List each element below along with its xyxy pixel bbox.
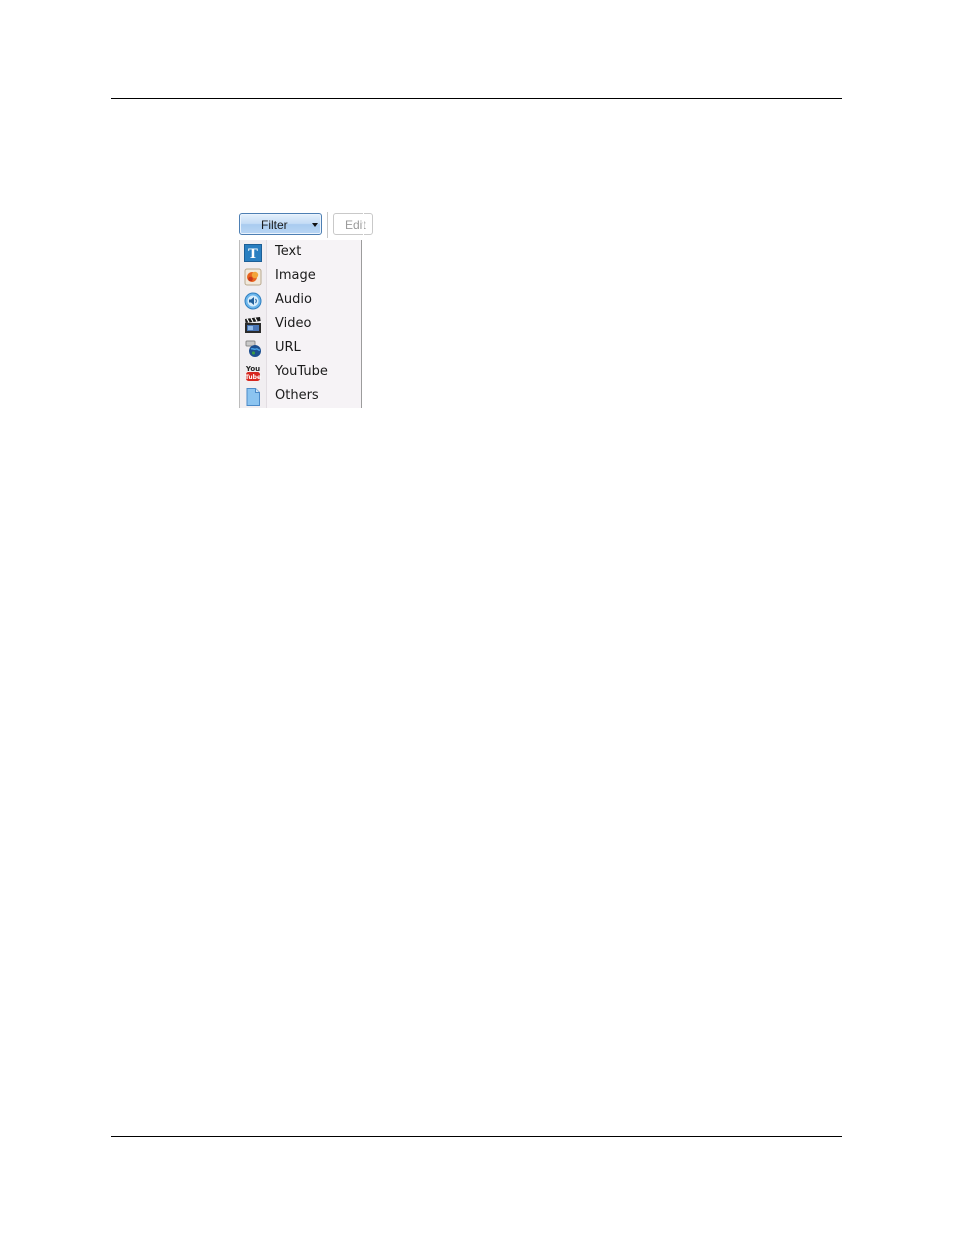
edit-button[interactable]: Edit xyxy=(333,213,373,235)
text-type-icon: T xyxy=(244,244,262,262)
page-header-rule xyxy=(111,98,842,99)
svg-text:Tube: Tube xyxy=(245,374,261,381)
menu-item-label: Others xyxy=(275,388,319,403)
menu-item-label: Text xyxy=(275,244,302,259)
dropdown-arrow-icon[interactable] xyxy=(312,223,318,227)
menu-item-label: Audio xyxy=(275,292,312,307)
menu-item-image[interactable]: Image xyxy=(240,265,361,289)
filter-button-label: Filter xyxy=(261,218,288,232)
menu-item-url[interactable]: URL xyxy=(240,337,361,361)
menu-item-video[interactable]: Video xyxy=(240,313,361,337)
image-icon xyxy=(244,268,262,286)
menu-item-youtube[interactable]: You Tube YouTube xyxy=(240,361,361,385)
filter-menu-screenshot: Filter Edit T Text Image Audio Video URL… xyxy=(238,210,373,408)
svg-text:T: T xyxy=(248,247,258,262)
audio-speaker-icon xyxy=(244,292,262,310)
menu-item-label: URL xyxy=(275,340,301,355)
menu-item-others[interactable]: Others xyxy=(240,385,361,409)
filter-dropdown-menu: T Text Image Audio Video URL You Tube Yo… xyxy=(239,240,362,408)
filter-button[interactable]: Filter xyxy=(239,213,322,235)
menu-item-label: YouTube xyxy=(275,364,328,379)
youtube-icon: You Tube xyxy=(244,364,262,382)
page-footer-rule xyxy=(111,1136,842,1137)
url-globe-icon xyxy=(244,340,262,358)
toolbar-separator xyxy=(327,212,328,238)
document-icon xyxy=(244,388,262,406)
menu-item-text[interactable]: T Text xyxy=(240,241,361,265)
menu-item-audio[interactable]: Audio xyxy=(240,289,361,313)
menu-item-label: Image xyxy=(275,268,316,283)
screenshot-clip-edge xyxy=(363,210,364,408)
menu-item-label: Video xyxy=(275,316,312,331)
svg-text:You: You xyxy=(245,365,260,373)
video-clapper-icon xyxy=(244,316,262,334)
